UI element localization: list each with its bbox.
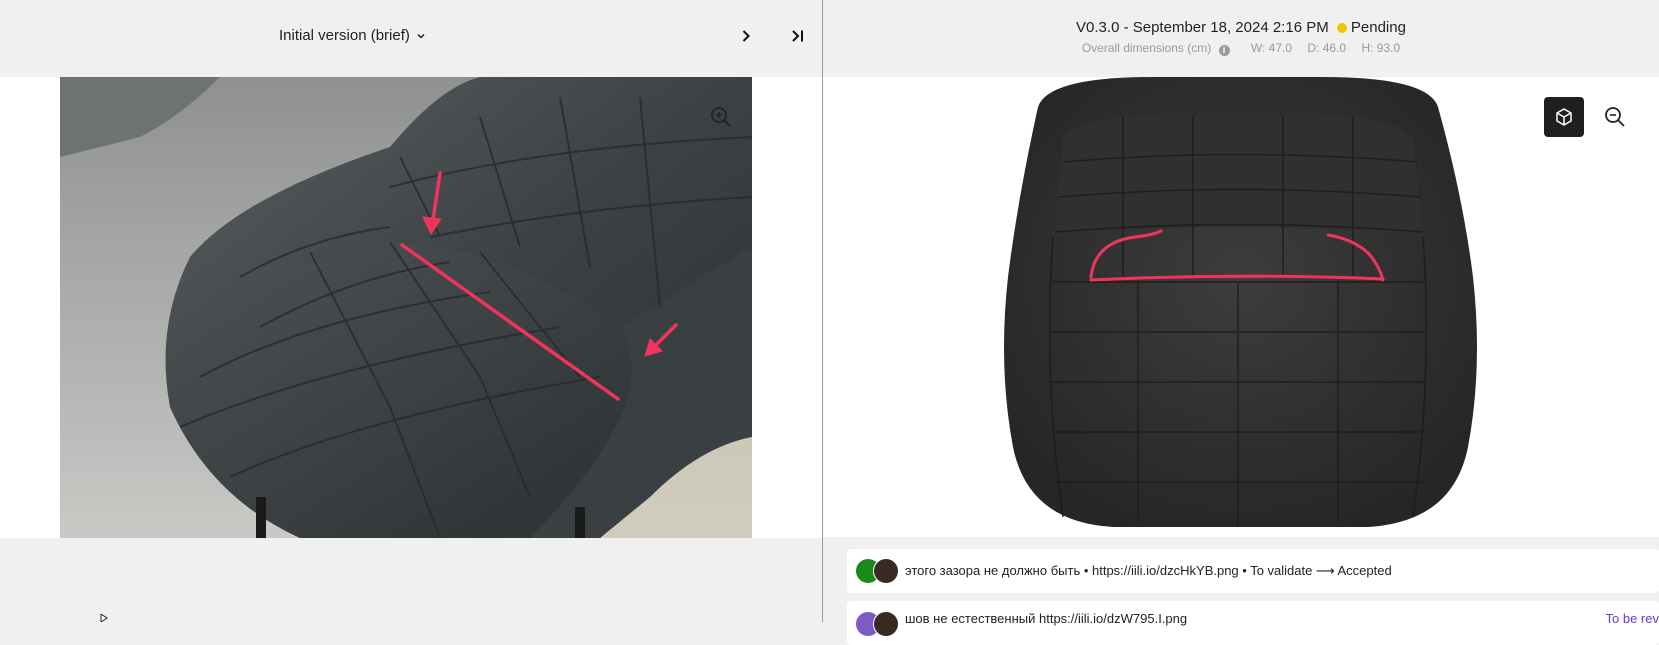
dimensions-info: Overall dimensions (cm) i W: 47.0 D: 46.… xyxy=(823,41,1659,56)
skip-to-end-icon xyxy=(792,30,803,42)
height-value: H: 93.0 xyxy=(1361,41,1401,55)
version-label: Initial version (brief) xyxy=(279,27,410,44)
mouse-cursor-icon xyxy=(100,614,108,622)
reference-zoom-button[interactable] xyxy=(708,104,734,130)
comment-avatars xyxy=(855,558,901,584)
reference-photo xyxy=(60,77,752,538)
revision-label: V0.3.0 - September 18, 2024 2:16 PM xyxy=(1076,19,1329,36)
reference-photo-area xyxy=(0,77,822,538)
avatar xyxy=(873,611,899,637)
chevron-right-icon xyxy=(742,30,750,42)
model-render-area xyxy=(823,77,1659,537)
comment-avatars xyxy=(855,611,901,637)
comment-text: шов не естественный https://iili.io/dzW7… xyxy=(905,611,1188,626)
comment-text: этого зазора не должно быть • https://ii… xyxy=(905,563,1392,578)
next-version-button[interactable] xyxy=(736,26,756,46)
status-label: Pending xyxy=(1350,19,1406,36)
width-value: W: 47.0 xyxy=(1250,41,1293,55)
reference-pane: Initial version (brief) xyxy=(0,0,822,622)
zoom-in-icon xyxy=(711,107,731,127)
chair-render xyxy=(1004,77,1477,527)
model-pane: V0.3.0 - September 18, 2024 2:16 PM Pend… xyxy=(823,0,1659,645)
status-dot-icon xyxy=(1336,23,1347,33)
version-select[interactable]: Initial version (brief) xyxy=(279,27,426,44)
zoom-out-icon xyxy=(1605,107,1625,127)
avatar xyxy=(873,558,899,584)
cube-icon xyxy=(1556,108,1572,126)
chevron-down-icon xyxy=(417,33,425,39)
comment-item[interactable]: шов не естественный https://iili.io/dzW7… xyxy=(847,601,1659,645)
view-3d-button[interactable] xyxy=(1544,97,1584,137)
comment-status[interactable]: To be rev xyxy=(1606,611,1659,626)
comment-item[interactable]: этого зазора не должно быть • https://ii… xyxy=(847,549,1659,593)
dimensions-label: Overall dimensions (cm) xyxy=(1081,41,1212,55)
last-version-button[interactable] xyxy=(786,26,810,46)
model-zoom-button[interactable] xyxy=(1601,103,1629,131)
depth-value: D: 46.0 xyxy=(1307,41,1347,55)
info-icon[interactable]: i xyxy=(1218,45,1230,56)
revision-info: V0.3.0 - September 18, 2024 2:16 PM Pend… xyxy=(823,19,1659,36)
